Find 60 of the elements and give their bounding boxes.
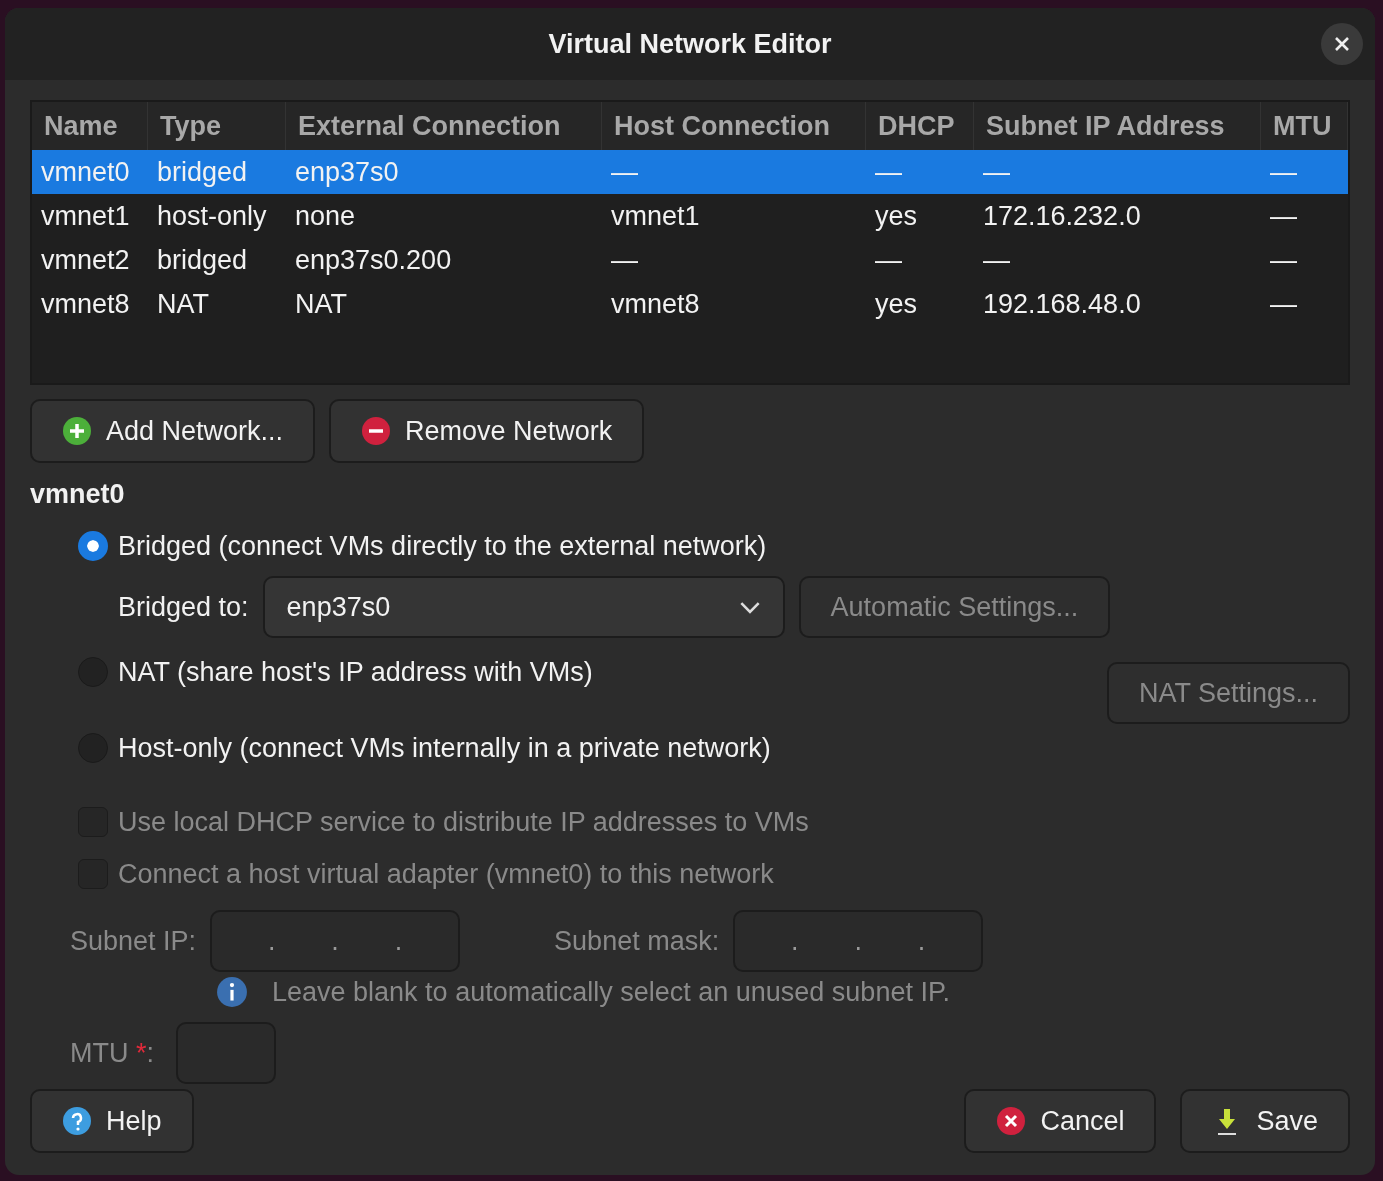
radio-label: Bridged (connect VMs directly to the external network) — [118, 530, 767, 562]
chevron-down-icon — [738, 600, 761, 614]
table-row[interactable]: vmnet8 NAT NAT vmnet8 yes 192.168.48.0 — — [32, 282, 1348, 326]
table-cell-text: 172.16.232.0 — [982, 200, 1142, 232]
close-button[interactable] — [1321, 23, 1363, 65]
subnet-mask-field[interactable]: . . . — [733, 910, 984, 972]
table-cell-text: — — [610, 244, 639, 276]
table-cell-text: — — [1269, 156, 1298, 188]
table-cell-text: NAT — [156, 288, 210, 320]
subnet-mask-label: Subnet mask: — [554, 925, 720, 957]
bridged-to-label: Bridged to: — [118, 591, 249, 623]
table-cell-text: — — [1269, 200, 1298, 232]
subnet-ip-label: Subnet IP: — [70, 925, 197, 957]
table-cell-text: yes — [874, 200, 919, 232]
table-cell-text: — — [874, 156, 903, 188]
table-cell-text: vmnet8 — [610, 288, 701, 320]
table-cell-text: bridged — [156, 156, 249, 188]
table-cell-text: vmnet0 — [40, 156, 131, 188]
table-cell-text: enp37s0 — [294, 156, 400, 188]
table-cell-text: — — [982, 244, 1011, 276]
table-cell-text: vmnet1 — [610, 200, 701, 232]
info-icon — [216, 976, 248, 1008]
window-title: Virtual Network Editor — [548, 28, 832, 60]
subnet-ip-field[interactable]: . . . — [210, 910, 461, 972]
section-title: vmnet0 — [30, 479, 126, 510]
add-network-button[interactable]: Add Network... — [30, 399, 316, 463]
checkbox-label: Connect a host virtual adapter (vmnet0) to this network — [118, 858, 774, 890]
radio-button[interactable] — [78, 531, 108, 561]
help-button[interactable]: Help — [30, 1089, 194, 1153]
save-button[interactable]: Save — [1180, 1089, 1350, 1153]
checkbox-label: Use local DHCP service to distribute IP addresses to VMs — [118, 806, 809, 838]
radio-label: NAT (share host's IP address with VMs) — [118, 656, 593, 688]
table-cell-text: vmnet1 — [40, 200, 131, 232]
table-cell-text: — — [1269, 288, 1298, 320]
table-cell-text: — — [874, 244, 903, 276]
radio-label: Host-only (connect VMs internally in a private network) — [118, 732, 771, 764]
table-cell-text: — — [982, 156, 1011, 188]
hint-text: Leave blank to automatically select an unused subnet IP. — [272, 976, 950, 1008]
table-row[interactable]: vmnet1 host-only none vmnet1 yes 172.16.232.0 — — [32, 194, 1348, 238]
table-row[interactable]: vmnet0 bridged enp37s0 — — — — — [32, 150, 1348, 194]
table-cell-text: host-only — [156, 200, 268, 232]
cancel-icon — [996, 1106, 1027, 1136]
table-cell-text: none — [294, 200, 357, 232]
cancel-button[interactable]: Cancel — [964, 1089, 1157, 1153]
remove-network-button[interactable]: Remove Network — [329, 399, 645, 463]
table-cell-text: NAT — [294, 288, 348, 320]
table-cell-text: yes — [874, 288, 919, 320]
help-icon — [62, 1106, 92, 1136]
plus-icon — [62, 416, 92, 446]
table-cell-text: vmnet8 — [40, 288, 131, 320]
table-cell-text: — — [610, 156, 639, 188]
bridged-to-dropdown[interactable]: enp37s0 — [262, 576, 785, 638]
table-cell-text: vmnet2 — [40, 244, 131, 276]
table-row[interactable]: vmnet2 bridged enp37s0.200 — — — — — [32, 238, 1348, 282]
table-cell-text: — — [1269, 244, 1298, 276]
minus-icon — [361, 416, 392, 446]
table-cell-text: bridged — [156, 244, 249, 276]
table-cell-text: 192.168.48.0 — [982, 288, 1142, 320]
mtu-label: MTU *: — [70, 1037, 154, 1069]
table-cell-text: enp37s0.200 — [294, 244, 453, 276]
